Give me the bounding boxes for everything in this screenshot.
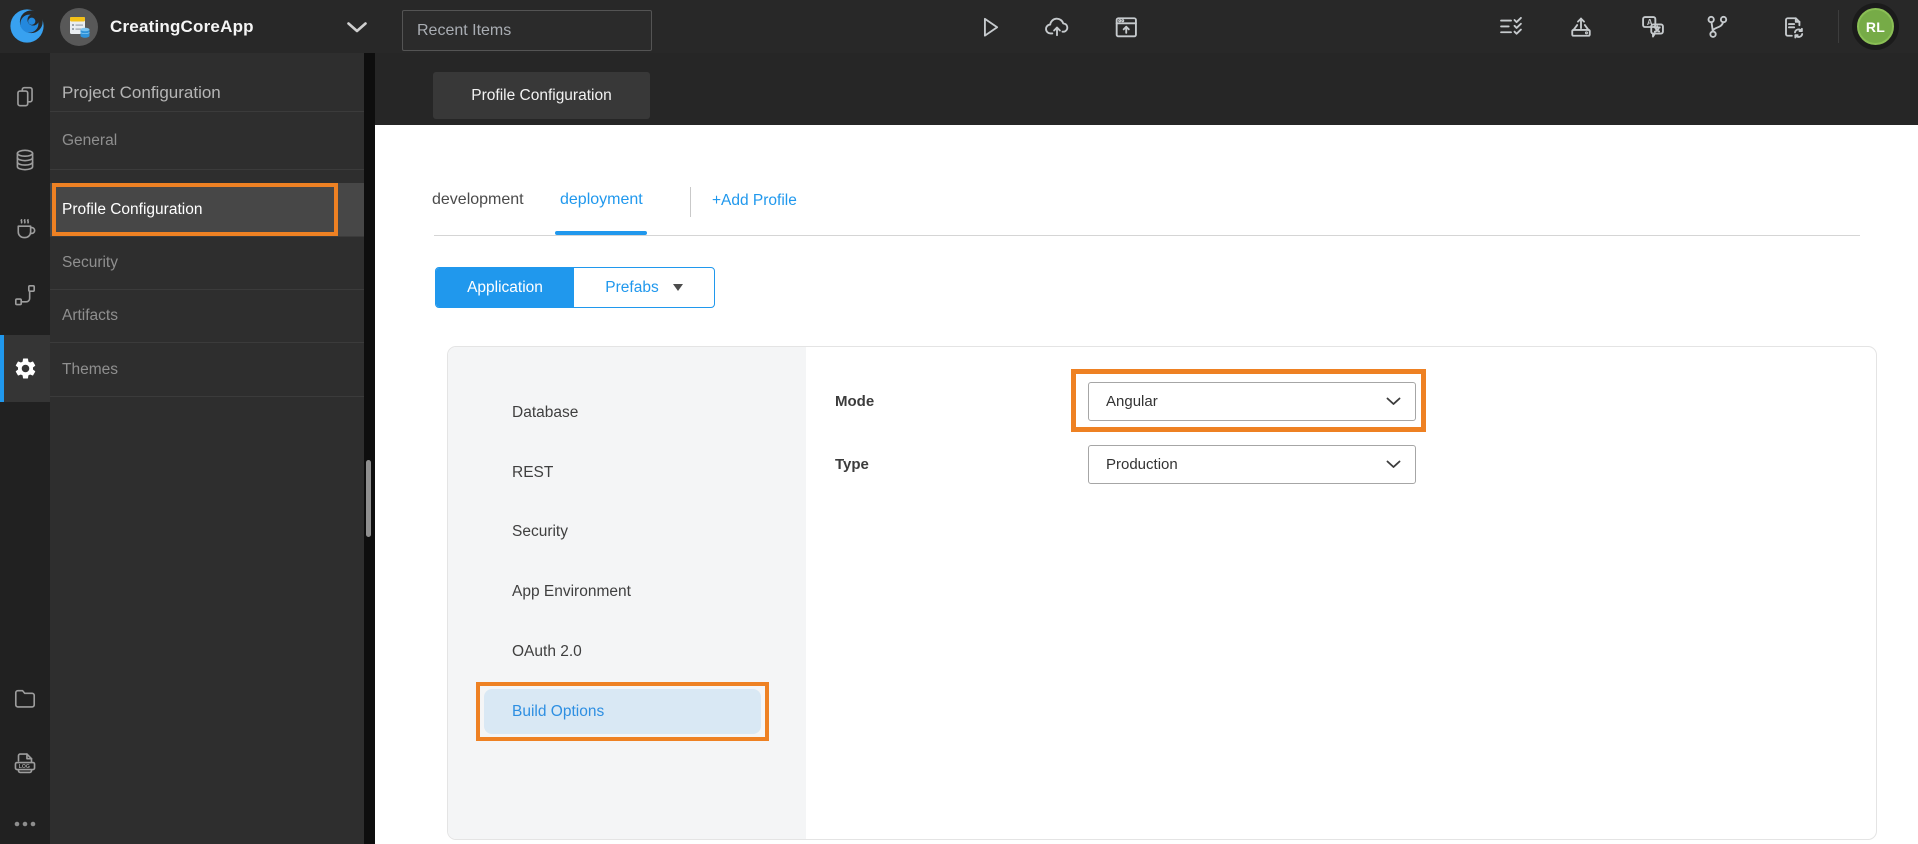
profile-tab-deployment[interactable]: deployment (560, 191, 643, 209)
pages-icon[interactable] (0, 84, 50, 110)
sidebar-item-profile-configuration[interactable]: Profile Configuration (50, 183, 364, 237)
translate-icon[interactable]: A (1639, 13, 1667, 41)
toggle-prefabs-button[interactable]: Prefabs (574, 268, 714, 307)
config-nav-database[interactable]: Database (484, 390, 761, 435)
file-sync-icon[interactable] (1779, 13, 1807, 41)
config-nav-build-options[interactable]: Build Options (484, 689, 761, 734)
recent-items-search-input[interactable] (402, 10, 652, 51)
config-nav-rest[interactable]: REST (484, 450, 761, 495)
topbar-divider (1838, 10, 1839, 43)
user-avatar[interactable]: RL (1852, 3, 1899, 50)
svg-text:LOG: LOG (19, 764, 30, 770)
tab-profile-configuration[interactable]: Profile Configuration (433, 72, 650, 119)
config-nav-panel: Database REST Security App Environment O… (448, 347, 806, 839)
wavemaker-logo-icon[interactable] (8, 7, 46, 45)
sidebar-item-security[interactable]: Security (50, 237, 364, 290)
type-label: Type (835, 456, 869, 473)
top-bar: CreatingCoreApp A RL (0, 0, 1918, 53)
avatar-initials: RL (1857, 8, 1894, 45)
chevron-down-icon[interactable] (346, 21, 368, 34)
caret-down-icon (672, 284, 683, 291)
sidebar-item-themes[interactable]: Themes (50, 343, 364, 397)
wavemaker-studio-screen: CreatingCoreApp A RL (0, 0, 1918, 844)
scope-toggle: Application Prefabs (435, 267, 715, 308)
java-services-icon[interactable] (0, 217, 50, 243)
project-icon[interactable] (60, 8, 98, 46)
left-icon-bar: LOG (0, 53, 50, 844)
toggle-application-button[interactable]: Application (436, 268, 574, 307)
type-select[interactable]: Production (1088, 445, 1416, 484)
branch-icon[interactable] (1703, 13, 1731, 41)
panel-scrollbar-thumb[interactable] (366, 460, 371, 537)
preview-window-icon[interactable] (1112, 13, 1140, 41)
checklist-icon[interactable] (1497, 13, 1525, 41)
file-explorer-icon[interactable] (0, 685, 50, 711)
workspace-tab-bar: Profile Configuration (375, 53, 1918, 125)
chevron-down-icon (1386, 397, 1401, 405)
config-nav-app-environment[interactable]: App Environment (484, 569, 761, 614)
config-nav-oauth[interactable]: OAuth 2.0 (484, 629, 761, 674)
run-icon[interactable] (975, 13, 1003, 41)
sidebar-item-artifacts[interactable]: Artifacts (50, 290, 364, 343)
panel-scrollbar-track[interactable] (364, 53, 375, 844)
mode-label: Mode (835, 393, 875, 410)
project-configuration-panel: Project Configuration General Profile Co… (50, 53, 364, 844)
panel-title: Project Configuration (50, 53, 364, 112)
mode-select-value: Angular (1106, 393, 1158, 410)
tab-separator (690, 187, 691, 217)
main-area: Profile Configuration development deploy… (375, 53, 1918, 844)
profile-tab-development[interactable]: development (432, 191, 524, 209)
cloud-deploy-icon[interactable] (1043, 13, 1071, 41)
logs-icon[interactable]: LOG (0, 750, 50, 776)
export-icon[interactable] (1567, 13, 1595, 41)
database-icon[interactable] (0, 147, 50, 173)
tabs-divider (434, 235, 1860, 236)
add-profile-button[interactable]: +Add Profile (712, 192, 797, 210)
more-icon[interactable] (0, 811, 50, 837)
chevron-down-icon (1386, 460, 1401, 468)
config-nav-security[interactable]: Security (484, 509, 761, 554)
sidebar-item-general[interactable]: General (50, 112, 364, 170)
apis-icon[interactable] (0, 282, 50, 308)
mode-select[interactable]: Angular (1088, 382, 1416, 421)
build-options-card: Database REST Security App Environment O… (447, 346, 1877, 840)
type-select-value: Production (1106, 456, 1178, 473)
prefabs-label: Prefabs (605, 278, 659, 296)
app-title: CreatingCoreApp (110, 17, 254, 36)
profile-configuration-content: development deployment +Add Profile Appl… (375, 125, 1918, 844)
settings-gear-icon[interactable] (0, 335, 50, 402)
